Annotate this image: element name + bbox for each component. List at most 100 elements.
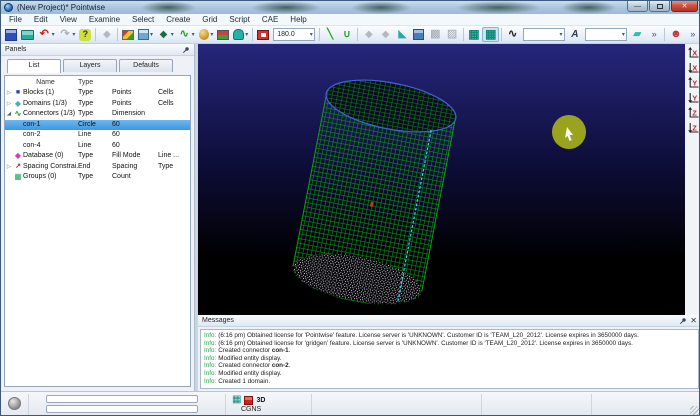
menu-examine[interactable]: Examine xyxy=(83,14,126,26)
delete-button[interactable]: ◆ xyxy=(98,27,115,42)
svg-text:Y: Y xyxy=(692,79,697,88)
layers-button[interactable]: ▰ xyxy=(629,27,646,42)
expander-expanded-icon[interactable]: ◢ xyxy=(5,109,13,120)
entity-type-combo[interactable]: ▾ xyxy=(523,28,565,41)
assemble-special-button[interactable]: ◆ xyxy=(377,27,394,42)
assemble-block-button[interactable] xyxy=(411,27,427,42)
tree-row-blocks-1[interactable]: ▷■Blocks (1)TypePointsCells xyxy=(5,88,190,99)
display-viewport[interactable] xyxy=(198,44,685,315)
tree-row-con-4[interactable]: con-4Line60 xyxy=(5,141,190,152)
log-text: Created connector xyxy=(218,347,272,354)
examine-button[interactable] xyxy=(255,27,271,42)
tree-row-domains-1-3[interactable]: ▷◆Domains (1/3)TypePointsCells xyxy=(5,99,190,110)
angle-combo[interactable]: 180.0▾ xyxy=(273,28,315,41)
pin-icon[interactable] xyxy=(679,317,687,325)
cell-c1: Line xyxy=(78,130,112,141)
help-button[interactable]: ? xyxy=(77,27,93,42)
create-domain-button[interactable]: ◆▾ xyxy=(155,27,176,42)
resize-grip[interactable] xyxy=(690,406,700,416)
chevron-down-icon: ▾ xyxy=(150,31,153,38)
tab-layers[interactable]: Layers xyxy=(63,59,117,72)
arc-curve-button[interactable]: ∪ xyxy=(339,27,356,42)
display-attributes-button[interactable] xyxy=(120,27,136,42)
menu-select[interactable]: Select xyxy=(126,14,160,26)
mask-button[interactable]: ☻ xyxy=(667,27,684,42)
overflow-button-2[interactable]: » xyxy=(684,27,700,42)
save-button[interactable] xyxy=(3,27,19,42)
letter-a-pencil-icon: A xyxy=(569,28,582,41)
column-name[interactable]: Name xyxy=(13,77,78,88)
annotate-button[interactable]: A xyxy=(567,27,584,42)
cae-cube-icon xyxy=(244,396,253,405)
entity-name: Spacing Constrai... xyxy=(23,162,78,173)
overflow-button-1[interactable]: » xyxy=(646,27,663,42)
mesh-shell-button[interactable]: ▨ xyxy=(444,27,461,42)
unstructured-grid-button[interactable]: ▦ xyxy=(482,27,499,42)
view-minus-y-button[interactable]: Y xyxy=(686,91,700,105)
mesh-sphere-button[interactable]: ▩ xyxy=(427,27,444,42)
wedge-button[interactable]: ◣ xyxy=(394,27,411,42)
tree-row-con-1[interactable]: con-1Circle60 xyxy=(5,120,190,131)
tree-row-database-0[interactable]: ◆Database (0)TypeFill ModeLine ... xyxy=(5,151,190,162)
menu-create[interactable]: Create xyxy=(160,14,196,26)
entity-name: Connectors (1/3) xyxy=(23,109,75,120)
view-plus-z-button[interactable]: Z xyxy=(686,106,700,120)
tree-row-con-2[interactable]: con-2Line60 xyxy=(5,130,190,141)
view-minus-z-button[interactable]: Z xyxy=(686,121,700,135)
open-button[interactable] xyxy=(19,27,36,42)
cell-c3: Cells xyxy=(158,88,190,99)
structured-grid-button[interactable]: ▦ xyxy=(466,27,483,42)
cell-c1: Type xyxy=(78,172,112,183)
spline-tool-button[interactable]: ∿ xyxy=(504,27,521,42)
expander-collapsed-icon[interactable]: ▷ xyxy=(5,99,13,110)
entity-ref: con-1 xyxy=(272,347,289,354)
close-button[interactable]: ✕ xyxy=(671,1,698,12)
chevron-down-icon: ▾ xyxy=(559,31,562,38)
attribute-combo[interactable]: ▾ xyxy=(585,28,627,41)
minimize-button[interactable]: — xyxy=(627,1,648,12)
expander-collapsed-icon[interactable]: ▷ xyxy=(5,162,13,173)
expander-collapsed-icon[interactable]: ▷ xyxy=(5,88,13,99)
create-block-button[interactable]: ▾ xyxy=(136,27,155,42)
menu-view[interactable]: View xyxy=(54,14,83,26)
menu-script[interactable]: Script xyxy=(223,14,255,26)
scene-canvas xyxy=(198,44,685,315)
tab-list[interactable]: List xyxy=(7,59,61,73)
tree-row-groups-0[interactable]: ▦Groups (0)TypeCount xyxy=(5,172,190,183)
desktop-glass-blob xyxy=(141,1,196,14)
messages-panel: Messages ✕ Info:(6:16 pm) Obtained licen… xyxy=(198,315,700,391)
view-plus-y-button[interactable]: Y xyxy=(686,76,700,90)
view-minus-x-button[interactable]: X xyxy=(686,61,700,75)
create-database-button[interactable]: ▾ xyxy=(197,27,216,42)
menu-file[interactable]: File xyxy=(3,14,28,26)
undo-arrow-icon: ↶ xyxy=(38,28,51,41)
floppy-icon xyxy=(5,29,17,41)
menu-cae[interactable]: CAE xyxy=(256,14,284,26)
image-display-button[interactable] xyxy=(215,27,231,42)
tab-defaults[interactable]: Defaults xyxy=(119,59,173,72)
tree-row-connectors-1-3[interactable]: ◢∿Connectors (1/3)TypeDimension xyxy=(5,109,190,120)
view-plus-x-button[interactable]: X xyxy=(686,46,700,60)
two-point-curve-button[interactable]: ╲ xyxy=(322,27,339,42)
menu-help[interactable]: Help xyxy=(284,14,312,26)
window-controls: — ✕ xyxy=(626,1,698,12)
menu-edit[interactable]: Edit xyxy=(28,14,54,26)
column-type[interactable]: Type xyxy=(78,77,112,88)
redo-button[interactable]: ↷▾ xyxy=(57,27,78,42)
tree-row-spacing-constrai[interactable]: ▷↗Spacing Constrai...EndSpacingType xyxy=(5,162,190,173)
statusbar-separator xyxy=(225,394,226,416)
close-icon[interactable]: ✕ xyxy=(690,317,697,325)
toolbar-separator xyxy=(501,28,502,41)
log-line: Info:Created connector con-1. xyxy=(204,347,695,355)
menu-grid[interactable]: Grid xyxy=(196,14,223,26)
create-connector-button[interactable]: ∿▾ xyxy=(176,27,197,42)
maximize-button[interactable] xyxy=(649,1,670,12)
status-field-2 xyxy=(46,405,198,413)
transform-button[interactable]: ▾ xyxy=(231,27,250,42)
desktop-glass-blob xyxy=(251,1,321,14)
undo-button[interactable]: ↶▾ xyxy=(36,27,57,42)
pin-icon[interactable] xyxy=(182,46,190,54)
assemble-domain-button[interactable]: ◆ xyxy=(360,27,377,42)
panels-header: Panels xyxy=(1,44,194,56)
messages-header: Messages ✕ xyxy=(198,315,700,327)
